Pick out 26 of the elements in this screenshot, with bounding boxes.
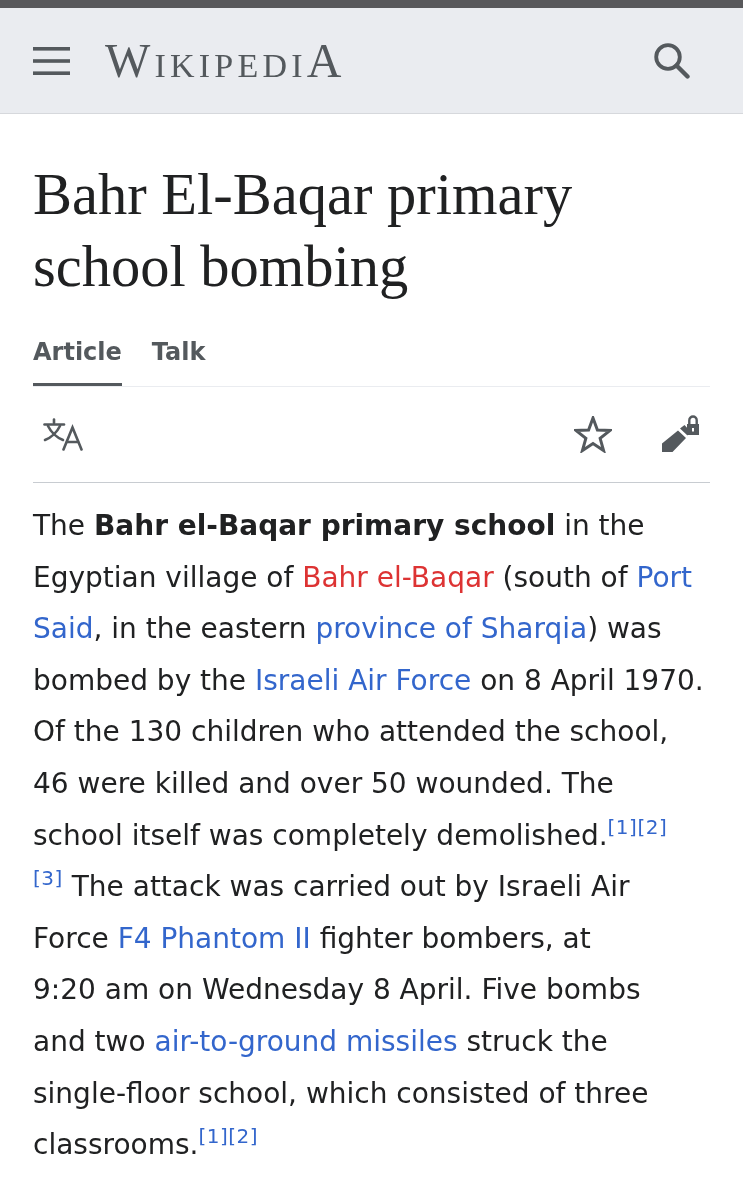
star-icon	[574, 416, 612, 453]
namespace-tab[interactable]: Article	[33, 337, 122, 386]
search-icon	[653, 42, 690, 79]
search-button[interactable]	[653, 42, 690, 79]
language-icon	[43, 418, 84, 451]
article-link[interactable]: air-to-ground missiles	[154, 1024, 458, 1058]
edit-button[interactable]	[662, 413, 700, 452]
article-link[interactable]: Israeli Air Force	[254, 663, 472, 697]
reference-link[interactable]: [2]	[637, 814, 668, 839]
menu-icon	[33, 46, 70, 75]
article-title: Bahr El-Baqar primary school bombing	[33, 161, 574, 301]
reference-link[interactable]: [1]	[607, 814, 638, 839]
reference-link[interactable]: [2]	[228, 1124, 259, 1149]
article-link[interactable]: province of Sharqia	[315, 612, 588, 646]
missing-article-link[interactable]: Bahr el-Baqar	[302, 560, 494, 594]
menu-button[interactable]	[33, 46, 70, 75]
locked-pencil-icon	[662, 413, 700, 452]
language-button[interactable]	[43, 418, 84, 451]
article-link[interactable]: Said	[33, 612, 94, 646]
reference-link[interactable]: [1]	[198, 1124, 229, 1149]
reference-link[interactable]: [3]	[33, 866, 63, 891]
watch-button[interactable]	[574, 416, 612, 453]
wikipedia-wordmark[interactable]: WikipediA	[105, 36, 346, 85]
namespace-tab[interactable]: Talk	[151, 337, 206, 386]
article-link[interactable]: F4 Phantom II	[117, 921, 311, 955]
article-link[interactable]: Port	[636, 560, 692, 594]
